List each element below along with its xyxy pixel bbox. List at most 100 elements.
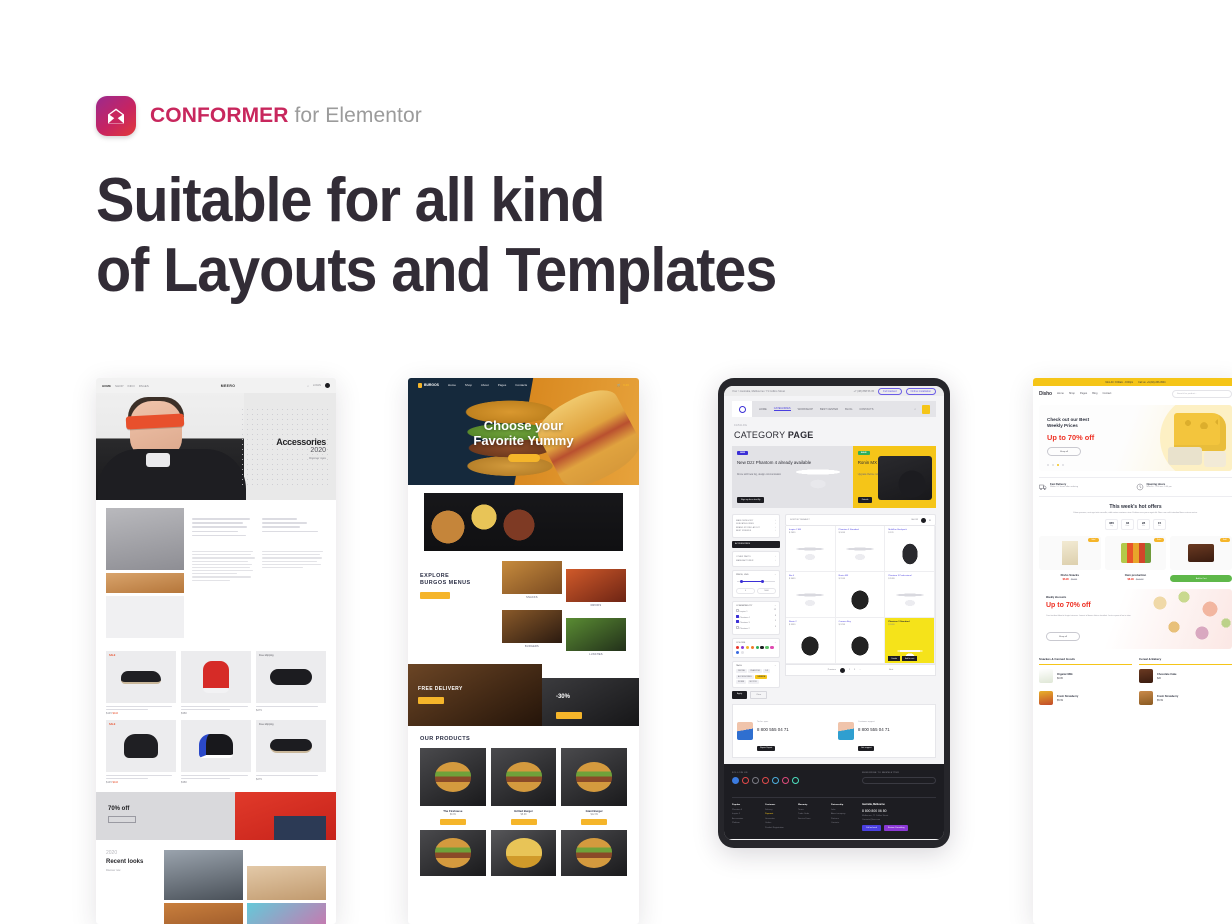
m2-promo-button[interactable] bbox=[418, 697, 444, 704]
m3-nav-item-best-center[interactable]: BEST CENTER bbox=[820, 408, 838, 411]
m3-pager-more[interactable]: ... bbox=[859, 669, 861, 671]
m1-recent-photo[interactable] bbox=[164, 902, 243, 924]
m2-product-order-button[interactable] bbox=[581, 819, 608, 825]
m3-product-cell[interactable]: Bio 4 $ 3699 bbox=[786, 572, 836, 618]
m3-support-card[interactable]: Techn. spec. 8 800 555 04 71 Repair Expe… bbox=[733, 705, 834, 757]
list-item[interactable]: Fresh Strawberry $5.99 bbox=[1039, 687, 1132, 709]
m3-nav-item-blog[interactable]: BLOG bbox=[845, 408, 852, 411]
m3-product-cell[interactable]: Phantom 3 Standard $ 1699 bbox=[835, 526, 886, 572]
m4-nav-item-home[interactable]: Home bbox=[1057, 392, 1064, 395]
m3-price-max[interactable]: 5600 bbox=[757, 588, 776, 594]
m3-product-toolbar[interactable]: SORT BY DEFAULT SHOW ☰ bbox=[785, 514, 936, 526]
m3-tag-list[interactable]: DRONE PHANTOM DJI ACCESSORIES CAMERA RONIN M… bbox=[736, 669, 776, 685]
m3-nav-item-contacts[interactable]: CONTACTS bbox=[859, 408, 873, 411]
m3-compat-option[interactable]: Phantom 48 bbox=[736, 614, 776, 619]
m2-nav-item-about[interactable]: About bbox=[481, 383, 489, 387]
m2-product-order-button[interactable] bbox=[510, 819, 537, 825]
m3-footer-email[interactable]: Contacts@box.com bbox=[862, 819, 936, 821]
m4-call[interactable]: Call us: +9-(92)-333-4544 bbox=[1138, 381, 1165, 384]
m1-product-card[interactable]: $380 bbox=[181, 651, 251, 715]
list-item[interactable]: Organic Milk $0.80 bbox=[1039, 665, 1132, 687]
m3-support-card[interactable]: Customer support 8 800 555 04 71 Get sup… bbox=[834, 705, 935, 757]
m4-hero-button[interactable]: Shop all bbox=[1047, 447, 1081, 456]
m3-support-phone[interactable]: 8 800 555 04 71 bbox=[757, 727, 789, 732]
m2-product-order-button[interactable] bbox=[439, 819, 466, 825]
m1-product-card[interactable]: Free shipping $279 bbox=[256, 719, 326, 784]
m3-topbar-phone[interactable]: +7 (38) 888 56 05 bbox=[854, 390, 875, 393]
m3-price-slider[interactable] bbox=[737, 579, 775, 583]
m4-nav-item-shop[interactable]: Shop bbox=[1069, 392, 1075, 395]
m3-topbar-link-install[interactable]: Online installation bbox=[905, 387, 936, 395]
m2-nav-item-home[interactable]: Home bbox=[448, 383, 456, 387]
m3-apply-button[interactable]: Apply bbox=[732, 691, 748, 700]
m4-nav-item-pages[interactable]: Pages bbox=[1080, 392, 1087, 395]
m1-product-card[interactable]: $380 bbox=[181, 719, 251, 784]
m3-footer-callback-button[interactable]: Call us back bbox=[862, 824, 881, 831]
m1-navbar[interactable]: HOME SHOP INFO PAGES MEERO ⌕ LOGIN bbox=[96, 378, 336, 393]
m3-product-cell[interactable]: Inspire 2 EB $ 2699 bbox=[786, 526, 836, 572]
m2-product-card[interactable] bbox=[490, 830, 557, 876]
m4-navbar[interactable]: Disho Home Shop Pages Blog Contact Searc… bbox=[1033, 386, 1232, 401]
m3-banner-button[interactable]: Details bbox=[857, 497, 873, 503]
m1-nav-item-pages[interactable]: PAGES bbox=[139, 384, 149, 388]
m3-cart-icon[interactable] bbox=[922, 404, 930, 414]
m3-color-swatches[interactable] bbox=[736, 646, 776, 655]
m4-weekly-banner[interactable]: Weekly discounts Up to 70% off Cras tinc… bbox=[1039, 589, 1232, 649]
m1-nav-item-home[interactable]: HOME bbox=[102, 384, 111, 388]
m3-facet-categories[interactable]: MAIN CATEGORY › SUBCATEGORIES › BRAND STOR… bbox=[732, 514, 780, 538]
m3-filter-active[interactable]: ACCESSORIES bbox=[732, 540, 780, 548]
m2-product-card[interactable]: Giant Burger $12.99 bbox=[561, 748, 628, 825]
m3-product-cell-highlighted[interactable]: Phantom 3 Standard $ 1699 Details Add to … bbox=[885, 618, 935, 664]
m3-filter-group[interactable]: MANUFACTURER › bbox=[736, 560, 776, 562]
m3-pager-page-1[interactable] bbox=[839, 667, 845, 673]
m3-footer-phone[interactable]: 8 800 800 06 80 bbox=[862, 809, 936, 813]
m3-nav-item-workshop[interactable]: WORKSHOP bbox=[798, 408, 813, 411]
mockup-electronics-tablet[interactable]: Your > Australia, Melbourne / 71 Collins… bbox=[718, 378, 950, 848]
m1-search-icon[interactable]: ⌕ bbox=[307, 384, 309, 388]
m3-banner-ronin[interactable]: SALE Ronin MX Upgrade lifetime mix gimba… bbox=[852, 446, 936, 508]
m3-topbar-link-tracked[interactable]: Full tracked bbox=[878, 387, 902, 395]
m3-facet-compatibility[interactable]: COMPATIBILITY − Inspire 1 12 Phantom 48 Ph… bbox=[732, 601, 780, 635]
m3-view-list-icon[interactable]: ☰ bbox=[929, 519, 931, 522]
m1-sale-banner[interactable]: 70% off bbox=[96, 791, 336, 840]
m3-view-grid-icon[interactable] bbox=[921, 517, 927, 523]
m3-pager-page-3[interactable]: 3 bbox=[854, 669, 855, 671]
mockup-fashion-template[interactable]: HOME SHOP INFO PAGES MEERO ⌕ LOGIN Acces… bbox=[96, 378, 336, 924]
m3-search-icon[interactable]: ⌕ bbox=[914, 407, 916, 411]
m4-nav-item-contact[interactable]: Contact bbox=[1102, 392, 1111, 395]
m3-filter-group[interactable]: BEST FRIENDS › bbox=[736, 530, 776, 532]
m1-account-icon[interactable]: LOGIN bbox=[313, 384, 321, 387]
m4-wide-button[interactable]: Shop all bbox=[1046, 632, 1080, 641]
m2-nav-item-contacts[interactable]: Contacts bbox=[515, 383, 527, 387]
m3-product-cell[interactable]: Ronin 2 $ 3599 bbox=[786, 618, 836, 664]
m3-facet-colors[interactable]: COLORS − bbox=[732, 638, 780, 659]
m1-recent-link[interactable]: Discover now bbox=[106, 869, 158, 872]
m2-product-card[interactable] bbox=[420, 830, 486, 876]
m3-footer-review-button[interactable]: Review Consulting bbox=[883, 824, 909, 831]
m2-explore-button[interactable] bbox=[420, 592, 450, 599]
m3-product-cell[interactable]: Camera Buy $ 1299 bbox=[835, 618, 886, 664]
m3-facet-tags[interactable]: TAGS − DRONE PHANTOM DJI ACCESSORIES CAMERA … bbox=[732, 661, 780, 689]
m3-facet-price[interactable]: PRICE, USD − 0 5600 bbox=[732, 570, 780, 598]
m3-filter-group[interactable]: BRAND STORE LAYOUT › bbox=[736, 527, 776, 529]
m2-cart-icon[interactable]: 🛒 0.00 bbox=[617, 383, 629, 387]
m1-nav-item-shop[interactable]: SHOP bbox=[115, 384, 124, 388]
m3-pager-prev[interactable]: Previous bbox=[828, 669, 836, 671]
m2-product-card[interactable] bbox=[561, 830, 628, 876]
m3-clear-button[interactable]: Clear bbox=[750, 691, 768, 700]
m2-product-card[interactable]: The Firehouse $9.99 bbox=[420, 748, 486, 825]
m3-support-button[interactable]: Get support bbox=[858, 745, 875, 751]
m4-product-card[interactable]: Sale! Add to Cart bbox=[1170, 536, 1232, 582]
m3-product-cell[interactable]: Ronin MX $ 1599 bbox=[835, 572, 886, 618]
m2-category-tile[interactable]: BURGERS bbox=[502, 610, 562, 656]
m3-filter-group[interactable]: MAIN CATEGORY › bbox=[736, 520, 776, 522]
m4-add-to-cart-button[interactable]: Add to Cart bbox=[1170, 575, 1232, 582]
m3-banner-phantom[interactable]: NEW New Dzz Phantom 4 already available … bbox=[732, 446, 853, 508]
m2-promo-delivery[interactable]: FREE DELIVERY bbox=[408, 664, 542, 726]
m2-hero-button[interactable] bbox=[507, 454, 540, 462]
m4-product-card[interactable]: Sale! Own production $8.99 $12.99 bbox=[1104, 536, 1167, 582]
m2-product-card[interactable]: Grilled Burger $8.99 bbox=[490, 748, 557, 825]
m3-compat-option[interactable]: Phantom 23 bbox=[736, 625, 776, 630]
m3-pager-page-2[interactable]: 2 bbox=[849, 669, 850, 671]
m4-nav-item-blog[interactable]: Blog bbox=[1092, 392, 1097, 395]
